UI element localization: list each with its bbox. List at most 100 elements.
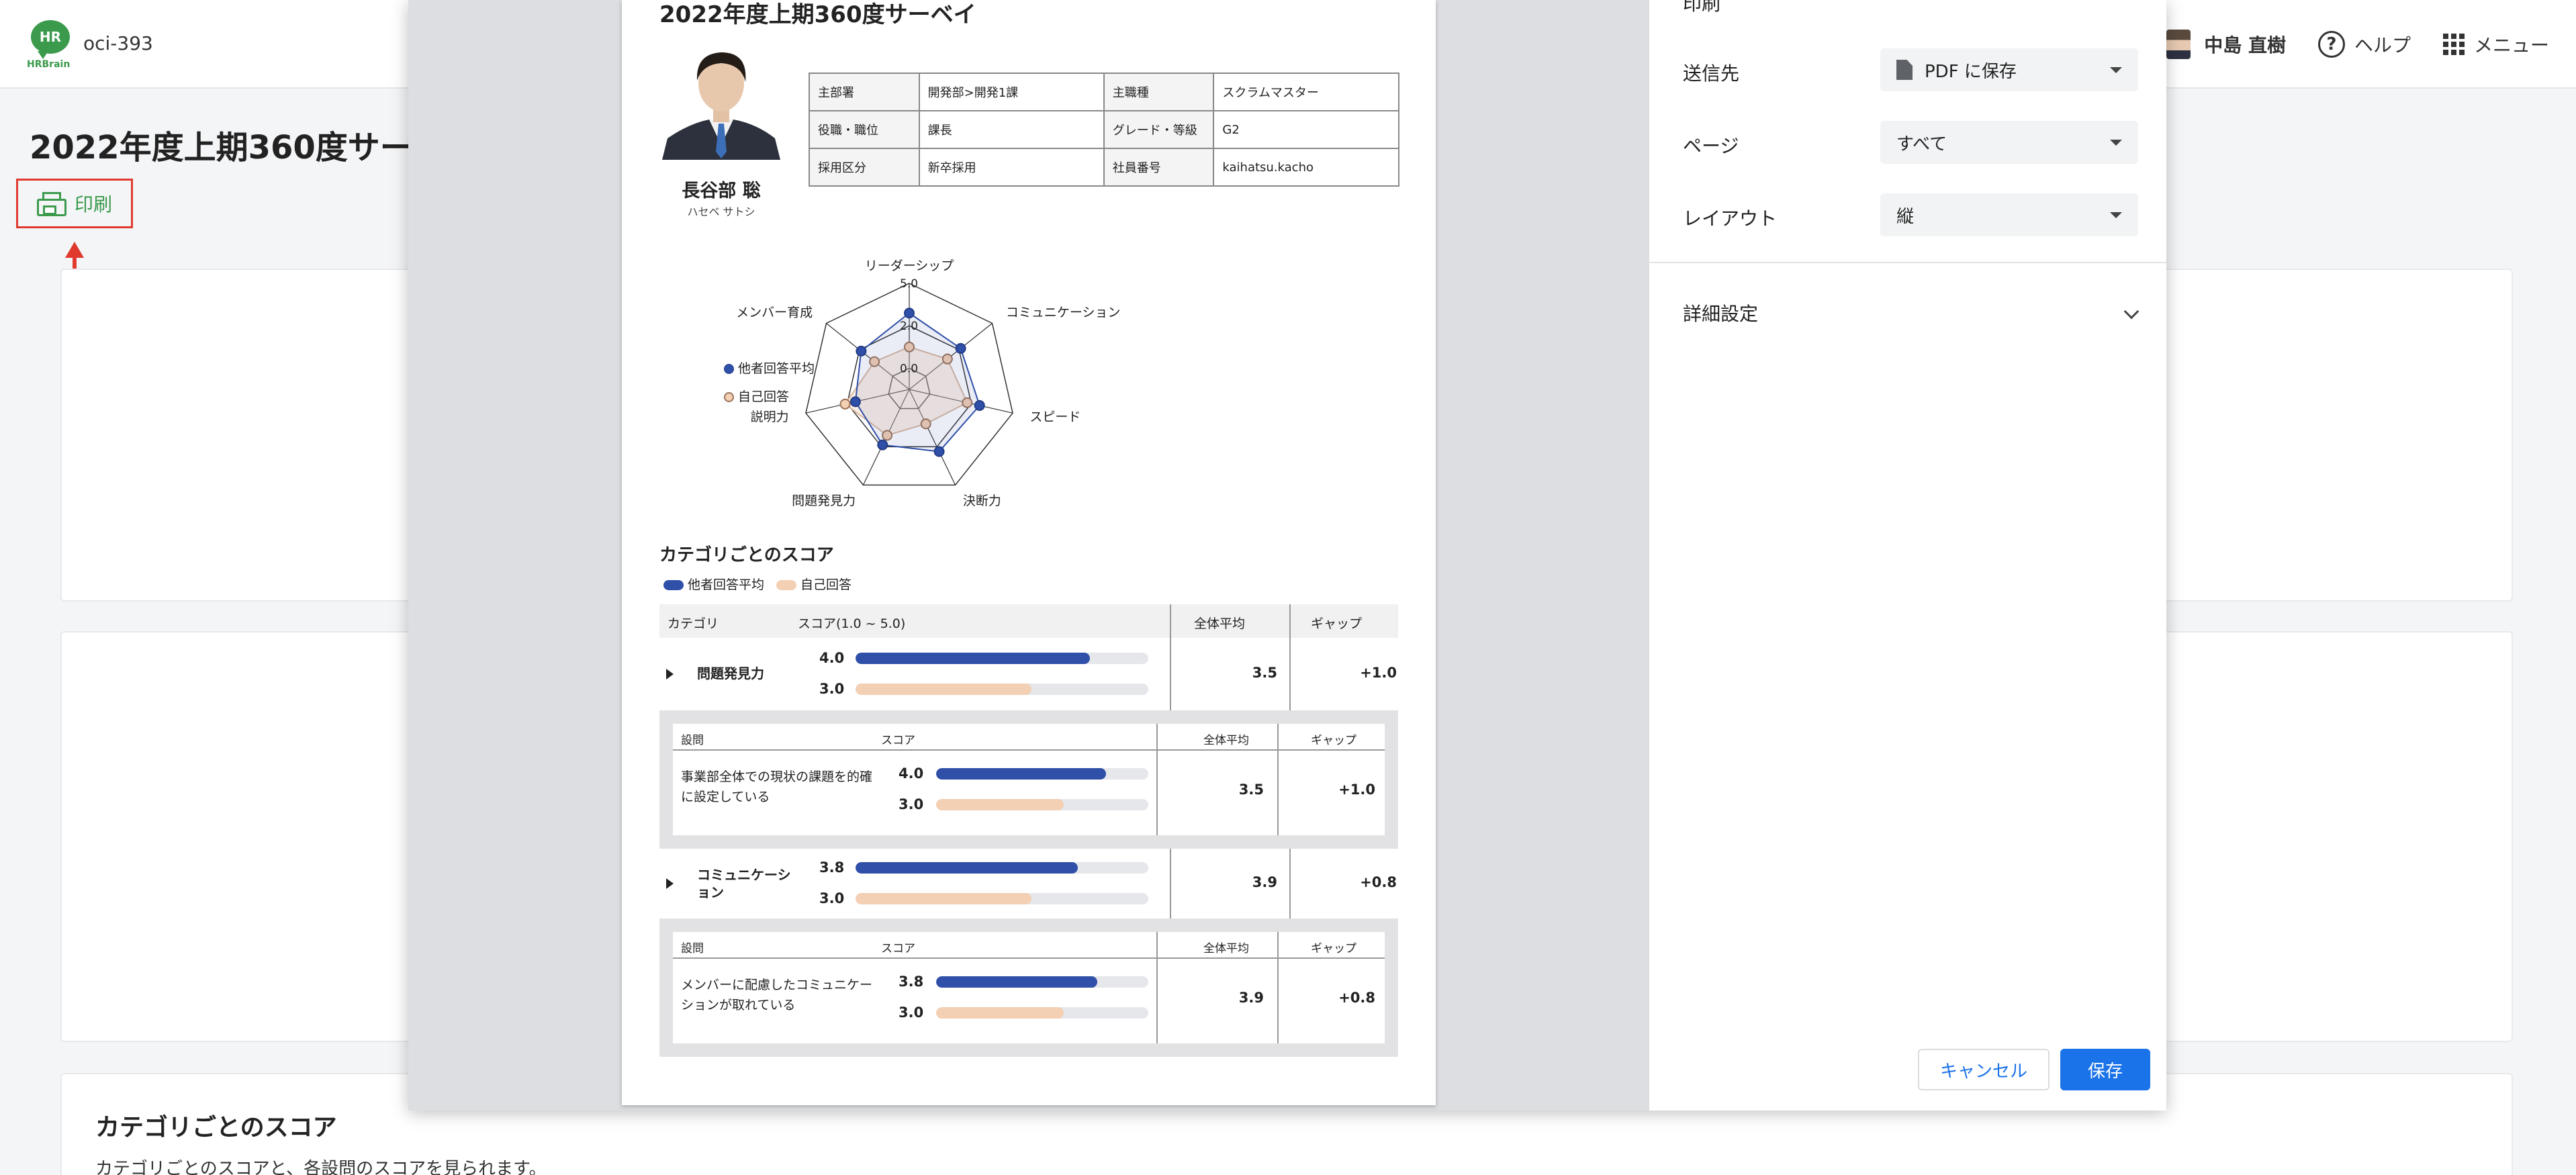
pages-select[interactable]: すべて [1880, 121, 2138, 164]
self-bar [856, 684, 1148, 695]
info-value: kaihatsu.kacho [1213, 148, 1399, 187]
category-name: コミュニケーション [697, 867, 791, 900]
divider [1649, 262, 2166, 263]
category-row[interactable]: 問題発見力 4.0 3.0 3.5 +1.0 [659, 638, 1398, 710]
copies-label: 印刷 [1683, 0, 1721, 15]
grid-menu-icon [2442, 34, 2465, 55]
radar-axis-label: コミュニケーション [1006, 305, 1121, 320]
radar-tick-label: 5.0 [900, 277, 918, 291]
employee-info-table: 主部署 開発部>開発1課 主職種 スクラムマスター 役職・職位 課長 グレード・… [809, 73, 1399, 187]
gap-value: +0.8 [1360, 874, 1397, 890]
question-table: 設問 スコア 全体平均 ギャップ 事業部全体での現状の課題を的確に設定している … [673, 724, 1385, 835]
header-gap: ギャップ [1311, 734, 1356, 747]
info-key: 主部署 [809, 73, 920, 111]
table-row: 主部署 開発部>開発1課 主職種 スクラムマスター [809, 73, 1399, 111]
radar-axis-label: 決断力 [963, 493, 1001, 508]
header-overall: 全体平均 [1203, 942, 1249, 955]
others-point [877, 439, 888, 451]
report-title: 2022年度上期360度サーベイ [659, 1, 976, 28]
self-score: 3.0 [819, 681, 845, 697]
layout-label: レイアウト [1683, 207, 1778, 230]
info-value: G2 [1213, 110, 1399, 149]
header-category: カテゴリ [668, 616, 719, 631]
chevron-down-icon[interactable] [2123, 303, 2140, 320]
expand-triangle-icon[interactable] [666, 669, 674, 679]
help-label: ヘルプ [2354, 34, 2411, 56]
employee-name: 長谷部 聡 [682, 181, 761, 201]
legend-item-self: 自己回答 [776, 575, 852, 593]
destination-select[interactable]: PDF に保存 [1880, 48, 2138, 91]
help-icon: ? [2317, 31, 2345, 58]
advanced-settings-toggle[interactable]: 詳細設定 [1683, 299, 1758, 326]
menu-button[interactable]: メニュー [2442, 31, 2549, 58]
self-score: 3.0 [899, 1004, 924, 1021]
info-value: 課長 [918, 110, 1105, 149]
header-score: スコア [881, 734, 915, 747]
others-point [849, 396, 861, 408]
info-key: 社員番号 [1103, 148, 1215, 187]
logo-bubble: HR [31, 20, 70, 59]
caret-down-icon [2110, 212, 2122, 218]
info-key: 採用区分 [809, 148, 920, 187]
destination-value: PDF に保存 [1925, 61, 2017, 82]
pages-value: すべて [1896, 134, 1947, 154]
header-question: 設問 [681, 734, 704, 747]
expand-triangle-icon[interactable] [666, 878, 674, 889]
help-link[interactable]: ? ヘルプ [2317, 31, 2411, 58]
others-bar [936, 768, 1148, 780]
others-dot-icon [724, 363, 734, 374]
save-button[interactable]: 保存 [2060, 1049, 2150, 1090]
hrbrain-logo[interactable]: HR HRBrain [27, 20, 74, 70]
cancel-button[interactable]: キャンセル [1918, 1049, 2050, 1090]
category-row[interactable]: コミュニケーション 3.8 3.0 3.9 +0.8 [659, 849, 1398, 919]
legend-label: 自己回答 [800, 577, 852, 592]
preview-page: 2022年度上期360度サーベイ 長谷部 聡 ハセベ サトシ 主部署 開発部>開… [622, 0, 1436, 1105]
employee-kana: ハセベ サトシ [687, 205, 755, 218]
print-preview-area[interactable]: 2022年度上期360度サーベイ 長谷部 聡 ハセベ サトシ 主部署 開発部>開… [408, 0, 1649, 1111]
gap-value: +1.0 [1360, 665, 1397, 681]
info-key: グレード・等級 [1103, 110, 1215, 149]
radar-legend: 他者回答平均 自己回答 [724, 355, 815, 411]
section-title: カテゴリごとのスコア [95, 1114, 337, 1141]
question-block: 設問 スコア 全体平均 ギャップ 事業部全体での現状の課題を的確に設定している … [659, 710, 1398, 849]
others-bar [856, 862, 1148, 874]
self-dot-icon [724, 391, 734, 402]
table-row: 役職・職位 課長 グレード・等級 G2 [809, 110, 1399, 149]
others-pill-icon [663, 580, 684, 590]
info-key: 主職種 [1103, 73, 1215, 111]
question-table: 設問 スコア 全体平均 ギャップ メンバーに配慮したコミュニケーションが取れてい… [673, 932, 1385, 1043]
radar-tick-label: 0.0 [900, 362, 918, 375]
legend-item-others: 他者回答平均 [724, 355, 815, 383]
layout-select[interactable]: 縦 [1880, 193, 2138, 236]
overall-average: 3.9 [1238, 990, 1264, 1006]
gap-value: +0.8 [1338, 990, 1375, 1006]
print-button[interactable]: 印刷 [16, 179, 133, 228]
category-score-table: カテゴリ スコア(1.0 ~ 5.0) 全体平均 ギャップ 問題発見力 4.0 … [659, 604, 1398, 1057]
caret-down-icon [2110, 140, 2122, 146]
radar-chart: 他者回答平均 自己回答 5.0 2.0 0.0 リーダーシップ コミュニケーション スピー… [622, 235, 1436, 517]
avatar [2166, 30, 2191, 59]
category-legend: 他者回答平均 自己回答 [663, 575, 852, 593]
radar-tick-label: 2.0 [900, 320, 918, 333]
question-header: 設問 スコア 全体平均 ギャップ [673, 932, 1385, 959]
radar-axis-label: メンバー育成 [736, 305, 813, 320]
info-key: 役職・職位 [809, 110, 920, 149]
org-name: oci-393 [83, 32, 153, 54]
others-point [933, 446, 945, 457]
legend-item-others: 他者回答平均 [663, 575, 764, 593]
others-point [904, 308, 915, 319]
self-bar [936, 1007, 1148, 1019]
print-settings-panel: 印刷 送信先 PDF に保存 ページ すべて レイアウト 縦 詳細設定 キャンセ… [1649, 0, 2166, 1111]
self-bar [856, 893, 1148, 904]
others-score: 4.0 [819, 650, 845, 666]
header-gap: ギャップ [1311, 942, 1356, 955]
logo-word: HRBrain [27, 59, 71, 70]
user-name: 中島 直樹 [2204, 34, 2286, 56]
legend-item-self: 自己回答 [724, 383, 815, 411]
user-menu[interactable]: 中島 直樹 [2166, 30, 2286, 59]
radar-axis-label: スピード [1029, 410, 1080, 424]
table-header: カテゴリ スコア(1.0 ~ 5.0) 全体平均 ギャップ [659, 604, 1398, 638]
question-header: 設問 スコア 全体平均 ギャップ [673, 724, 1385, 751]
header-score: スコア [881, 942, 915, 955]
question-text: メンバーに配慮したコミュニケーションが取れている [681, 978, 873, 1013]
